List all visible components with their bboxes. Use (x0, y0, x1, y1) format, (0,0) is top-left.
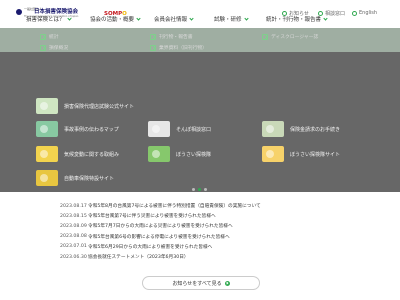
arrow-right-icon (150, 33, 156, 40)
nav-item-about-insurance[interactable]: 損害保険とは？ (26, 15, 71, 23)
card-label: 気候変動に関する取組み (64, 151, 120, 158)
card-label: 損害保険代理店試験公式サイト (64, 103, 135, 110)
card-bousai[interactable]: ぼうさい探検隊 (148, 146, 211, 162)
carousel-dots (192, 188, 207, 191)
news-date: 2023.08.09 (60, 223, 87, 229)
mega-menu-link-disclosure[interactable]: ディスクロージャー誌 (262, 33, 318, 40)
list-item[interactable]: 2023.08.09 令和5年7月7日からの大雨による災害により被害を受けられた… (60, 221, 360, 231)
card-label: 保険金請求のお手続き (290, 126, 341, 133)
news-title: 令和5年台風第6号の影響による停電により被害を受けられた皆様へ (88, 234, 230, 240)
card-thumbnail (36, 170, 58, 186)
carousel-dot-active[interactable] (198, 188, 201, 191)
mega-menu-link-archive[interactable]: 業界資料（旧刊行物） (150, 44, 207, 51)
card-claim-procedure[interactable]: 保険金請求のお手続き (262, 121, 340, 137)
card-label: そんぽ相談窓口 (176, 126, 212, 133)
arrow-right-icon (150, 44, 156, 51)
mega-menu-link-label: ディスクロージャー誌 (271, 35, 319, 40)
card-label: ぼうさい探検隊 (176, 151, 212, 158)
news-title: 令和5年8月の台風第7号による被害に伴う特別措置（自賠責保険）の実施について (88, 204, 261, 210)
arrow-right-icon (40, 33, 46, 40)
card-label: ぼうさい探検隊サイト (290, 151, 341, 158)
card-auto-insurance[interactable]: 自動車保険特設サイト (36, 170, 114, 186)
card-climate[interactable]: 気候変動に関する取組み (36, 146, 119, 162)
card-label: 事故事例の伝わるマップ (64, 126, 119, 133)
news-title: 令和5年6月29日からの大雨により被害を受けられた皆様へ (88, 244, 213, 250)
news-date: 2023.06.30 (60, 254, 87, 260)
list-item[interactable]: 2023.08.17 令和5年8月の台風第7号による被害に伴う特別措置（自賠責保… (60, 201, 360, 211)
list-item[interactable]: 2023.08.15 令和5年台風第7号に伴う災害により被害を受けられた皆様へ (60, 211, 360, 221)
site-header: 一般社団法人 日本損害保険協会 The General Insurance As… (0, 0, 400, 28)
list-item[interactable]: 2023.06.30 協会長就任ステートメント（2023年6月30日） (60, 252, 360, 262)
card-thumbnail (148, 146, 170, 162)
card-accident-map[interactable]: 事故事例の伝わるマップ (36, 121, 119, 137)
card-thumbnail (36, 121, 58, 137)
carousel-dot[interactable] (192, 188, 195, 191)
card-consultation[interactable]: そんぽ相談窓口 (148, 121, 211, 137)
news-date: 2023.08.17 (60, 203, 87, 209)
card-bousai-site[interactable]: ぼうさい探検隊サイト (262, 146, 340, 162)
all-news-label: お知らせをすべて見る (172, 280, 222, 287)
card-thumbnail (262, 146, 284, 162)
card-agent-exam[interactable]: 損害保険代理店試験公式サイト (36, 98, 134, 114)
mega-menu-link-statistics[interactable]: 統計 (40, 33, 59, 40)
mega-menu-link-publications[interactable]: 刊行物・報告書 (150, 33, 193, 40)
arrow-right-icon (262, 33, 268, 40)
nav-item-exams[interactable]: 試験・研修 (214, 15, 248, 23)
news-date: 2023.08.08 (60, 234, 87, 240)
card-thumbnail (262, 121, 284, 137)
arrow-right-icon (40, 44, 46, 51)
mega-menu-link-label: 統計 (49, 35, 59, 40)
news-list: 2023.08.17 令和5年8月の台風第7号による被害に伴う特別措置（自賠責保… (60, 201, 360, 262)
mega-menu-link-label: 刊行物・報告書 (159, 35, 193, 40)
card-thumbnail (36, 146, 58, 162)
carousel-dot[interactable] (204, 188, 207, 191)
arrow-right-icon (224, 280, 230, 286)
news-title: 協会長就任ステートメント（2023年6月30日） (88, 255, 189, 261)
card-label: 自動車保険特設サイト (64, 175, 115, 182)
global-nav: 損害保険とは？ 協会の活動・概要 会員会社情報 試験・研修 統計・刊行物・報告書 (0, 13, 400, 26)
all-news-button[interactable]: お知らせをすべて見る (142, 276, 260, 290)
nav-item-activities[interactable]: 協会の活動・概要 (90, 15, 140, 23)
card-thumbnail (148, 121, 170, 137)
mega-menu-link-overview[interactable]: 損保概況 (40, 44, 68, 51)
news-title: 令和5年7月7日からの大雨による災害により被害を受けられた皆様へ (88, 224, 233, 230)
news-date: 2023.07.01 (60, 244, 87, 250)
news-date: 2023.08.15 (60, 213, 87, 219)
mega-menu-link-label: 業界資料（旧刊行物） (159, 46, 207, 51)
nav-item-members[interactable]: 会員会社情報 (154, 15, 193, 23)
nav-item-statistics[interactable]: 統計・刊行物・報告書 (266, 15, 327, 23)
news-title: 令和5年台風第7号に伴う災害により被害を受けられた皆様へ (88, 214, 216, 220)
mega-menu-link-label: 損保概況 (49, 46, 69, 51)
list-item[interactable]: 2023.07.01 令和5年6月29日からの大雨により被害を受けられた皆様へ (60, 242, 360, 252)
card-thumbnail (36, 98, 58, 114)
list-item[interactable]: 2023.08.08 令和5年台風第6号の影響による停電により被害を受けられた皆… (60, 232, 360, 242)
